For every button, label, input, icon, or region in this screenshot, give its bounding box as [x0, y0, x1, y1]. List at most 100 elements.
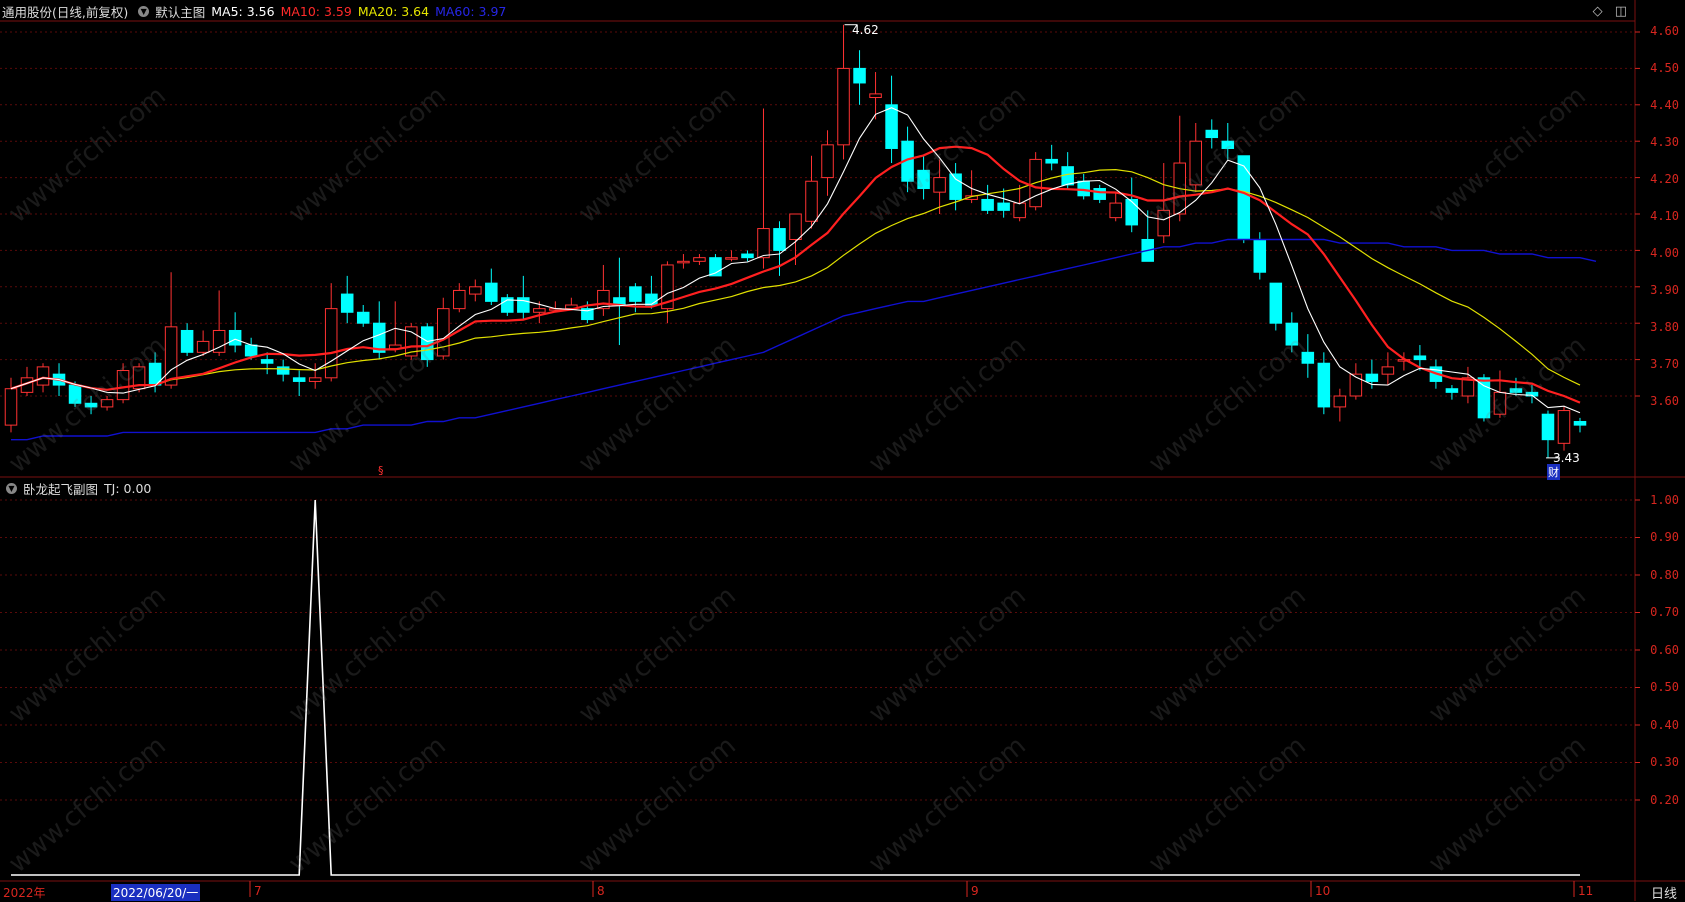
- candle-body-down: [276, 366, 290, 375]
- price-tick: 3.70: [1650, 357, 1679, 371]
- sub-tick: 0.70: [1650, 605, 1679, 619]
- price-tick: 3.80: [1650, 320, 1679, 334]
- sub-chart-header: ▼ 卧龙起飞副图 TJ: 0.00: [2, 477, 157, 499]
- candle-body-down: [1093, 188, 1106, 200]
- indicator-menu-icon[interactable]: ▼: [138, 5, 150, 17]
- month-label: 7: [254, 884, 262, 898]
- candle-body-down: [1285, 322, 1299, 346]
- candle-body-up: [789, 213, 802, 240]
- cursor-date-label: 2022/06/20/一: [111, 884, 201, 901]
- candle-body-up: [933, 177, 946, 193]
- candle-body-up: [36, 366, 50, 386]
- candle-body-up: [725, 257, 738, 260]
- tj-label: TJ: 0.00: [104, 480, 152, 496]
- candle-body-down: [885, 104, 898, 149]
- candle-body-up: [196, 340, 210, 353]
- candle-body-up: [757, 228, 770, 259]
- candle-body-down: [1205, 129, 1219, 139]
- candle-body-down: [629, 286, 642, 302]
- candle-body-down: [949, 173, 962, 200]
- price-tick: 4.50: [1650, 61, 1679, 75]
- ma5-label: MA5: 3.56: [211, 3, 275, 19]
- candle-body-up: [437, 308, 450, 357]
- sub-indicator-name[interactable]: 卧龙起飞副图: [23, 479, 98, 498]
- ma10-line: [10, 145, 1581, 404]
- sub-tick: 0.50: [1650, 680, 1679, 694]
- window-icon[interactable]: ◫: [1615, 4, 1627, 19]
- candle-body-up: [1557, 410, 1571, 444]
- month-label: 10: [1315, 884, 1331, 898]
- candle-body-down: [1413, 355, 1427, 361]
- candle-body-up: [1109, 202, 1122, 219]
- candle-body-down: [1445, 388, 1459, 393]
- ma20-label: MA20: 3.64: [357, 3, 430, 19]
- candle-body-down: [228, 329, 242, 346]
- section-marker[interactable]: §: [378, 464, 384, 477]
- candle-body-up: [308, 377, 322, 382]
- candle-body-up: [453, 289, 466, 310]
- candle-body-down: [292, 377, 306, 382]
- sub-tick: 0.60: [1650, 643, 1679, 657]
- candle-body-down: [1253, 238, 1267, 273]
- ma60-label: MA60: 3.97: [435, 3, 507, 19]
- candle-body-down: [997, 202, 1010, 211]
- candle-body-down: [84, 402, 98, 408]
- candle-body-down: [1477, 377, 1491, 419]
- candle-body-down: [421, 326, 434, 361]
- main-indicator-name[interactable]: 默认主图: [155, 2, 205, 21]
- candle-body-down: [1045, 158, 1058, 164]
- candle-body-down: [356, 311, 370, 324]
- financial-report-marker[interactable]: 财: [1547, 464, 1560, 480]
- main-chart-header: 通用股份(日线,前复权) ▼ 默认主图 MA5: 3.56 MA10: 3.59…: [2, 0, 512, 22]
- chart-canvas[interactable]: [0, 0, 1685, 901]
- candle-body-up: [1381, 366, 1395, 375]
- price-tick: 3.60: [1650, 394, 1679, 408]
- high-price-label: 4.62: [852, 23, 879, 37]
- candle-body-down: [1125, 198, 1138, 226]
- candle-body-up: [1333, 395, 1347, 408]
- price-tick: 4.60: [1650, 24, 1679, 38]
- toolbar-icons: ◇ ◫: [1593, 4, 1627, 19]
- stock-title: 通用股份(日线,前复权): [2, 4, 129, 20]
- candle-body-down: [68, 384, 82, 404]
- candle-body-up: [1493, 391, 1507, 415]
- candle-body-down: [981, 198, 994, 211]
- candle-body-down: [1509, 388, 1523, 393]
- price-tick: 4.40: [1650, 98, 1679, 112]
- month-label: 8: [597, 884, 605, 898]
- candle-body-up: [116, 370, 130, 401]
- candle-body-down: [260, 359, 274, 364]
- sub-indicator-menu-icon[interactable]: ▼: [6, 482, 17, 494]
- price-tick: 4.10: [1650, 209, 1679, 223]
- candle-body-down: [1365, 373, 1379, 382]
- candle-body-up: [693, 257, 706, 262]
- candle-body-up: [1189, 140, 1203, 186]
- candle-body-up: [837, 67, 850, 146]
- candle-body-down: [1269, 282, 1283, 324]
- candle-body-up: [677, 260, 690, 264]
- year-label: 2022年: [3, 886, 46, 900]
- sub-tick: 0.40: [1650, 718, 1679, 732]
- candle-body-down: [1077, 180, 1090, 197]
- sub-tick: 0.20: [1650, 793, 1679, 807]
- candle-body-down: [1221, 140, 1235, 149]
- sub-tick: 1.00: [1650, 493, 1679, 507]
- candle-body-down: [1541, 413, 1555, 441]
- candle-body-down: [1301, 351, 1315, 364]
- price-tick: 4.20: [1650, 172, 1679, 186]
- ma20-line: [10, 168, 1581, 391]
- diamond-icon[interactable]: ◇: [1593, 4, 1603, 19]
- candle-body-up: [164, 326, 178, 386]
- candle-body-down: [485, 282, 498, 302]
- price-tick: 4.30: [1650, 135, 1679, 149]
- month-label: 11: [1578, 884, 1594, 898]
- candle-body-down: [645, 293, 658, 306]
- candle-body-down: [244, 344, 258, 357]
- candle-body-down: [773, 228, 786, 251]
- candle-body-down: [917, 169, 930, 190]
- period-button[interactable]: 日线: [1651, 883, 1677, 902]
- ma10-label: MA10: 3.59: [280, 3, 352, 19]
- sub-tick: 0.90: [1650, 530, 1679, 544]
- candle-body-up: [1013, 202, 1026, 219]
- ma60-line: [11, 238, 1597, 441]
